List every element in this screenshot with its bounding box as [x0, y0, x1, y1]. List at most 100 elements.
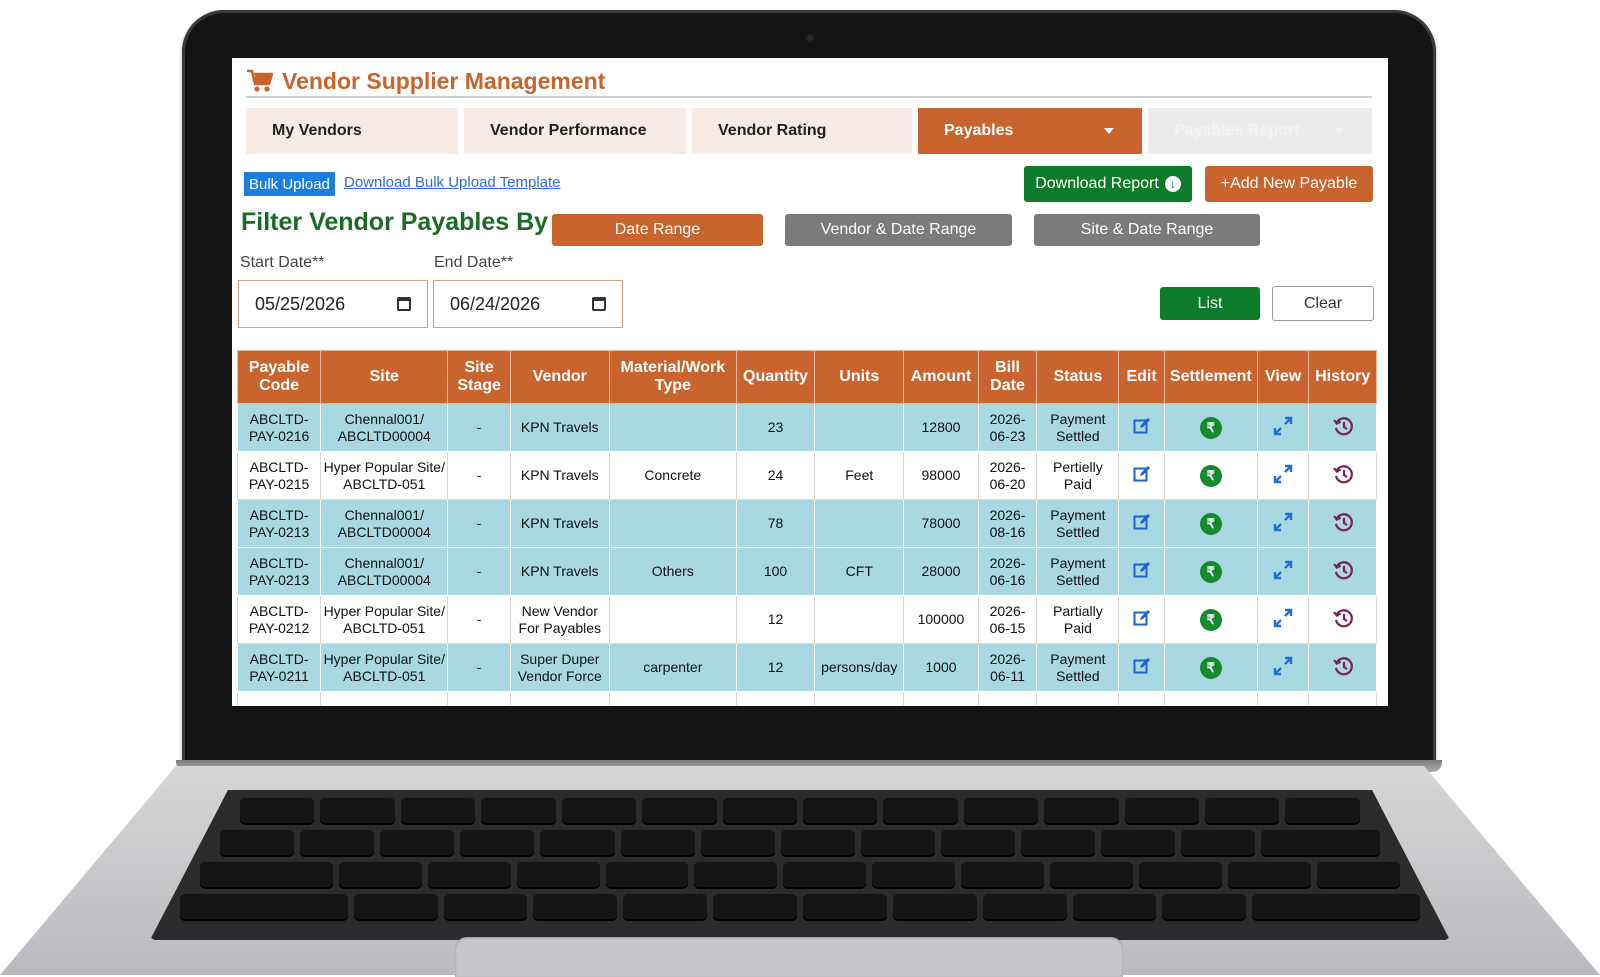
history-icon[interactable] [1332, 463, 1354, 489]
history-icon[interactable] [1332, 511, 1354, 537]
tab-payables[interactable]: Payables [918, 108, 1142, 154]
edit-icon[interactable] [1133, 561, 1151, 583]
amount: 28000 [903, 547, 979, 596]
app-screen: Vendor Supplier Management My Vendors Ve… [232, 58, 1388, 706]
site-date-range-button[interactable]: Site & Date Range [1034, 214, 1260, 246]
tab-payables-report[interactable]: Payables Report [1148, 108, 1372, 154]
calendar-icon[interactable] [592, 297, 606, 311]
rupee-icon[interactable]: ₹ [1199, 416, 1222, 439]
status-line: Payment [1050, 650, 1106, 667]
history-icon[interactable] [1332, 559, 1354, 585]
tab-my-vendors[interactable]: My Vendors [246, 108, 458, 154]
status-line: Partially [1052, 602, 1103, 619]
empty-cell [1256, 691, 1310, 706]
history-icon[interactable] [1332, 607, 1354, 633]
start-date-field[interactable]: 05/25/2026 [238, 280, 428, 328]
site: Chennal001/ABCLTD00004 [320, 403, 449, 452]
units [814, 403, 905, 452]
calendar-icon[interactable] [397, 297, 411, 311]
edit-icon[interactable] [1133, 609, 1151, 631]
site-line: Chennal001/ [344, 554, 424, 571]
payable-code-line: ABCLTD- [249, 602, 309, 619]
table-body: ABCLTD- PAY-0216 Chennal001/ABCLTD00004- KP… [236, 403, 1377, 706]
status-line: Payment [1050, 554, 1106, 571]
history-icon[interactable] [1332, 655, 1354, 681]
bill-date: 2026- 08-16 [977, 499, 1038, 548]
rupee-icon[interactable]: ₹ [1199, 512, 1222, 535]
payables-table: Payable Code Site Site Stage Vendor Material/W… [236, 350, 1377, 706]
table-row: ABCLTD- PAY-0215 Hyper Popular Site/ABCLTD… [236, 451, 1377, 500]
history-icon-cell [1308, 451, 1377, 500]
history-icon[interactable] [1332, 415, 1354, 441]
expand-icon[interactable] [1272, 655, 1294, 681]
bill-date-line: 06-20 [989, 475, 1026, 492]
expand-icon[interactable] [1272, 463, 1294, 489]
download-report-button[interactable]: Download Report ↓ [1024, 166, 1192, 202]
empty-cell [1118, 691, 1165, 706]
edit-icon[interactable] [1133, 513, 1151, 535]
column-header: Amount [903, 350, 979, 404]
material-type [608, 403, 737, 452]
bill-date-line: 06-15 [989, 619, 1026, 636]
edit-icon[interactable] [1133, 417, 1151, 439]
column-header: Edit [1118, 350, 1165, 404]
download-template-link[interactable]: Download Bulk Upload Template [344, 174, 561, 191]
column-header: Bill Date [977, 350, 1038, 404]
camera [805, 33, 815, 43]
vendor: KPN Travels [509, 451, 610, 500]
site-stage: - [447, 499, 511, 548]
expand-icon[interactable] [1272, 607, 1294, 633]
quantity: 78 [735, 499, 816, 548]
vendor-line: KPN Travels [520, 563, 599, 579]
status-line: Paid [1063, 619, 1092, 636]
vendor: KPN Travels [509, 403, 610, 452]
expand-icon[interactable] [1272, 511, 1294, 537]
column-header: Site [320, 350, 449, 404]
expand-icon[interactable] [1272, 559, 1294, 585]
status-line: Payment [1050, 506, 1106, 523]
status-line: Pertielly [1052, 458, 1103, 475]
site-line: ABCLTD00004 [337, 427, 431, 444]
expand-icon[interactable] [1272, 415, 1294, 441]
app-title: Vendor Supplier Management [282, 67, 606, 94]
amount: 98000 [903, 451, 979, 500]
end-date-field[interactable]: 06/24/2026 [433, 280, 623, 328]
edit-icon-cell [1118, 499, 1165, 548]
list-button[interactable]: List [1160, 287, 1260, 320]
date-range-button[interactable]: Date Range [552, 214, 763, 246]
units: persons/day [814, 643, 905, 692]
edit-icon[interactable] [1133, 465, 1151, 487]
status: Payment Settled [1036, 643, 1120, 692]
bill-date-line: 06-16 [989, 571, 1026, 588]
empty-cell [1036, 691, 1120, 706]
vendor-line: KPN Travels [520, 467, 599, 483]
bill-date-line: 2026- [989, 458, 1026, 475]
tab-vendor-performance[interactable]: Vendor Performance [464, 108, 686, 154]
site-line: ABCLTD-051 [343, 667, 426, 684]
tab-vendor-rating[interactable]: Vendor Rating [692, 108, 912, 154]
edit-icon-cell [1118, 403, 1165, 452]
bulk-upload-button[interactable]: Bulk Upload [244, 172, 335, 196]
vendor-line: KPN Travels [520, 515, 599, 531]
payable-code-line: ABCLTD- [249, 410, 309, 427]
rupee-icon[interactable]: ₹ [1199, 560, 1222, 583]
site-line: Chennal001/ [344, 506, 424, 523]
payable-code: ABCLTD- PAY-0216 [236, 403, 322, 452]
vendor-date-range-button[interactable]: Vendor & Date Range [785, 214, 1012, 246]
vendor-line: Super Duper [520, 650, 600, 667]
rupee-icon-cell: ₹ [1163, 643, 1258, 692]
bill-date-line: 2026- [989, 602, 1026, 619]
table-row: ABCLTD- PAY-0211 Hyper Popular Site/ABCLTD… [236, 643, 1377, 692]
add-new-payable-button[interactable]: +Add New Payable [1205, 166, 1373, 202]
edit-icon[interactable] [1133, 657, 1151, 679]
material-type [608, 499, 737, 548]
rupee-icon[interactable]: ₹ [1199, 608, 1222, 631]
table-row: ABCLTD- PAY-0213 Chennal001/ABCLTD00004- KP… [236, 499, 1377, 548]
expand-icon-cell [1256, 499, 1310, 548]
payable-code-line: PAY-0213 [248, 571, 310, 588]
download-icon: ↓ [1164, 176, 1181, 192]
clear-button[interactable]: Clear [1272, 286, 1374, 321]
rupee-icon[interactable]: ₹ [1199, 656, 1222, 679]
chevron-down-icon [1104, 128, 1114, 134]
rupee-icon[interactable]: ₹ [1199, 464, 1222, 487]
